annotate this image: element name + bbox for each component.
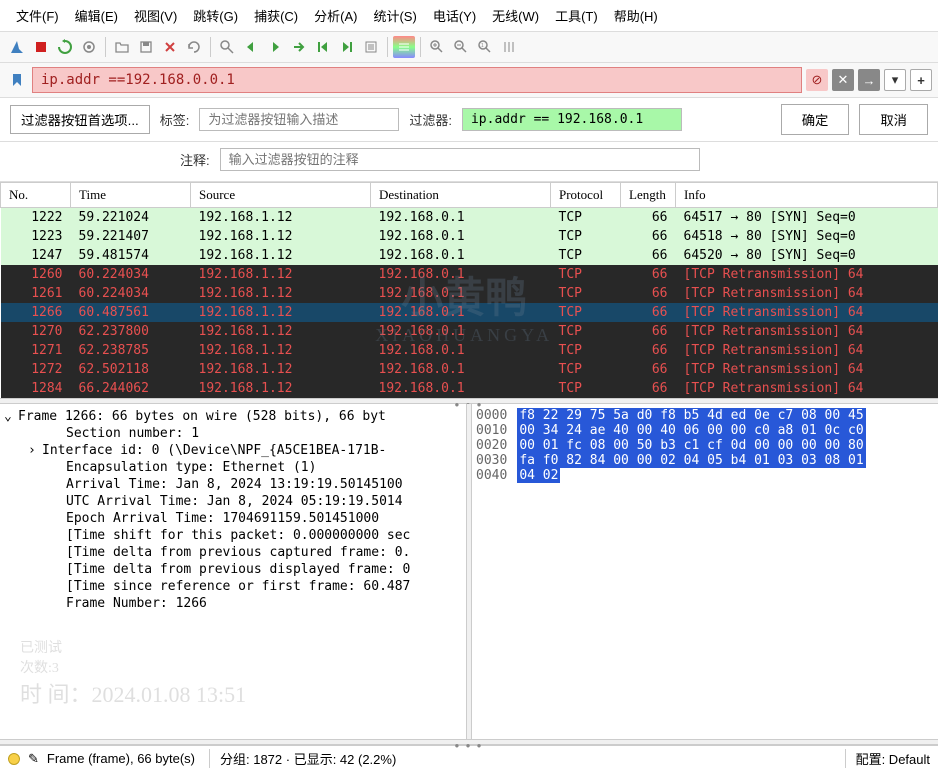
label-tag: 标签: bbox=[160, 110, 190, 129]
tree-node[interactable]: ⌄Frame 1266: 66 bytes on wire (528 bits)… bbox=[4, 408, 462, 425]
menu-item[interactable]: 帮助(H) bbox=[606, 3, 666, 28]
packet-list-header[interactable]: No. Time Source Destination Protocol Len… bbox=[1, 183, 938, 208]
toolbar: 1 bbox=[0, 32, 938, 63]
tag-input[interactable] bbox=[199, 108, 399, 131]
menu-item[interactable]: 分析(A) bbox=[306, 3, 365, 28]
shark-fin-icon[interactable] bbox=[6, 36, 28, 58]
status-frame-text: Frame (frame), 66 byte(s) bbox=[47, 751, 195, 766]
packet-row[interactable]: 128466.244062192.168.1.12192.168.0.1TCP6… bbox=[1, 379, 938, 398]
filter-button-preferences[interactable]: 过滤器按钮首选项... bbox=[10, 105, 150, 134]
filter-button-pref-bar: 过滤器按钮首选项... 标签: 过滤器: 确定 取消 bbox=[0, 98, 938, 142]
comment-input[interactable] bbox=[220, 148, 700, 171]
hex-line[interactable]: 001000 34 24 ae 40 00 40 06 00 00 c0 a8 … bbox=[476, 423, 934, 438]
auto-scroll-icon[interactable] bbox=[360, 36, 382, 58]
packet-row[interactable]: 126160.224034192.168.1.12192.168.0.1TCP6… bbox=[1, 284, 938, 303]
tree-node[interactable]: [Time shift for this packet: 0.000000000… bbox=[4, 527, 462, 544]
reload-icon[interactable] bbox=[183, 36, 205, 58]
status-profile-text[interactable]: 配置: Default bbox=[845, 749, 930, 768]
go-last-icon[interactable] bbox=[336, 36, 358, 58]
menu-item[interactable]: 文件(F) bbox=[8, 3, 67, 28]
tree-node[interactable]: [Time delta from previous displayed fram… bbox=[4, 561, 462, 578]
packet-row[interactable]: 127162.238785192.168.1.12192.168.0.1TCP6… bbox=[1, 341, 938, 360]
label-filter: 过滤器: bbox=[409, 110, 452, 129]
cancel-button[interactable]: 取消 bbox=[859, 104, 928, 135]
tree-node[interactable]: Arrival Time: Jan 8, 2024 13:19:19.50145… bbox=[4, 476, 462, 493]
packet-details-tree[interactable]: 已测试 次数:3 时 间：2024.01.08 13:51 ⌄Frame 126… bbox=[0, 404, 466, 739]
watermark-small: 已测试 次数:3 时 间：2024.01.08 13:51 bbox=[20, 637, 246, 709]
tree-node[interactable]: Encapsulation type: Ethernet (1) bbox=[4, 459, 462, 476]
menu-item[interactable]: 视图(V) bbox=[126, 3, 185, 28]
zoom-in-icon[interactable] bbox=[426, 36, 448, 58]
close-file-icon[interactable] bbox=[159, 36, 181, 58]
menu-item[interactable]: 统计(S) bbox=[365, 3, 424, 28]
packet-row[interactable]: 122359.221407192.168.1.12192.168.0.1TCP6… bbox=[1, 227, 938, 246]
svg-text:1: 1 bbox=[481, 43, 484, 49]
packet-row[interactable]: 126660.487561192.168.1.12192.168.0.1TCP6… bbox=[1, 303, 938, 322]
tree-node[interactable]: UTC Arrival Time: Jan 8, 2024 05:19:19.5… bbox=[4, 493, 462, 510]
clear-filter-icon[interactable]: ⊘ bbox=[806, 69, 828, 91]
go-to-icon[interactable] bbox=[288, 36, 310, 58]
hex-line[interactable]: 0000f8 22 29 75 5a d0 f8 b5 4d ed 0e c7 … bbox=[476, 408, 934, 423]
packet-row[interactable]: 127262.502118192.168.1.12192.168.0.1TCP6… bbox=[1, 360, 938, 379]
open-file-icon[interactable] bbox=[111, 36, 133, 58]
display-filter-bar: ⊘ ✕ → ▾ + bbox=[0, 63, 938, 98]
tree-node[interactable]: Frame Number: 1266 bbox=[4, 595, 462, 612]
edit-icon[interactable]: ✎ bbox=[28, 751, 39, 767]
tree-node[interactable]: ›Interface id: 0 (\Device\NPF_{A5CE1BEA-… bbox=[4, 442, 462, 459]
go-back-icon[interactable] bbox=[240, 36, 262, 58]
packet-list[interactable]: 小黄鸭 XIAOHUANGYA No. Time Source Destinat… bbox=[0, 182, 938, 398]
tree-node[interactable]: [Time delta from previous captured frame… bbox=[4, 544, 462, 561]
menu-item[interactable]: 捕获(C) bbox=[246, 3, 306, 28]
hex-line[interactable]: 004004 02 bbox=[476, 468, 934, 483]
pref-filter-input[interactable] bbox=[462, 108, 682, 131]
menu-item[interactable]: 工具(T) bbox=[547, 3, 606, 28]
recent-filter-icon[interactable]: → bbox=[858, 69, 880, 91]
display-filter-input[interactable] bbox=[32, 67, 802, 93]
zoom-out-icon[interactable] bbox=[450, 36, 472, 58]
tree-node[interactable]: Epoch Arrival Time: 1704691159.501451000 bbox=[4, 510, 462, 527]
menu-item[interactable]: 跳转(G) bbox=[185, 3, 246, 28]
apply-filter-icon[interactable]: ✕ bbox=[832, 69, 854, 91]
find-icon[interactable] bbox=[216, 36, 238, 58]
ok-button[interactable]: 确定 bbox=[781, 104, 850, 135]
packet-bytes-hex[interactable]: 0000f8 22 29 75 5a d0 f8 b5 4d ed 0e c7 … bbox=[472, 404, 938, 739]
label-comment: 注释: bbox=[180, 150, 210, 169]
options-icon[interactable] bbox=[78, 36, 100, 58]
menu-item[interactable]: 电话(Y) bbox=[425, 3, 484, 28]
add-filter-button-icon[interactable]: + bbox=[910, 69, 932, 91]
status-packets-text: 分组: 1872 · 已显示: 42 (2.2%) bbox=[209, 749, 831, 768]
filter-dropdown-icon[interactable]: ▾ bbox=[884, 69, 906, 91]
tree-node[interactable]: [Time since reference or first frame: 60… bbox=[4, 578, 462, 595]
detail-area: 已测试 次数:3 时 间：2024.01.08 13:51 ⌄Frame 126… bbox=[0, 404, 938, 739]
resize-columns-icon[interactable] bbox=[498, 36, 520, 58]
packet-row[interactable]: 127062.237800192.168.1.12192.168.0.1TCP6… bbox=[1, 322, 938, 341]
zoom-reset-icon[interactable]: 1 bbox=[474, 36, 496, 58]
tree-node[interactable]: Section number: 1 bbox=[4, 425, 462, 442]
restart-capture-icon[interactable] bbox=[54, 36, 76, 58]
menu-item[interactable]: 无线(W) bbox=[484, 3, 547, 28]
stop-capture-icon[interactable] bbox=[30, 36, 52, 58]
save-file-icon[interactable] bbox=[135, 36, 157, 58]
expert-info-icon[interactable] bbox=[8, 753, 20, 765]
packet-row[interactable]: 124759.481574192.168.1.12192.168.0.1TCP6… bbox=[1, 246, 938, 265]
filter-button-pref-bar-2: 注释: bbox=[0, 142, 938, 182]
packet-row[interactable]: 122259.221024192.168.1.12192.168.0.1TCP6… bbox=[1, 208, 938, 228]
go-first-icon[interactable] bbox=[312, 36, 334, 58]
menu-bar: 文件(F)编辑(E)视图(V)跳转(G)捕获(C)分析(A)统计(S)电话(Y)… bbox=[0, 0, 938, 32]
bookmark-icon[interactable] bbox=[6, 69, 28, 91]
menu-item[interactable]: 编辑(E) bbox=[67, 3, 126, 28]
colorize-icon[interactable] bbox=[393, 36, 415, 58]
hex-line[interactable]: 002000 01 fc 08 00 50 b3 c1 cf 0d 00 00 … bbox=[476, 438, 934, 453]
go-forward-icon[interactable] bbox=[264, 36, 286, 58]
packet-row[interactable]: 126060.224034192.168.1.12192.168.0.1TCP6… bbox=[1, 265, 938, 284]
hex-line[interactable]: 0030fa f0 82 84 00 00 02 04 05 b4 01 03 … bbox=[476, 453, 934, 468]
horizontal-splitter-2[interactable]: ● ● ● bbox=[0, 739, 938, 745]
